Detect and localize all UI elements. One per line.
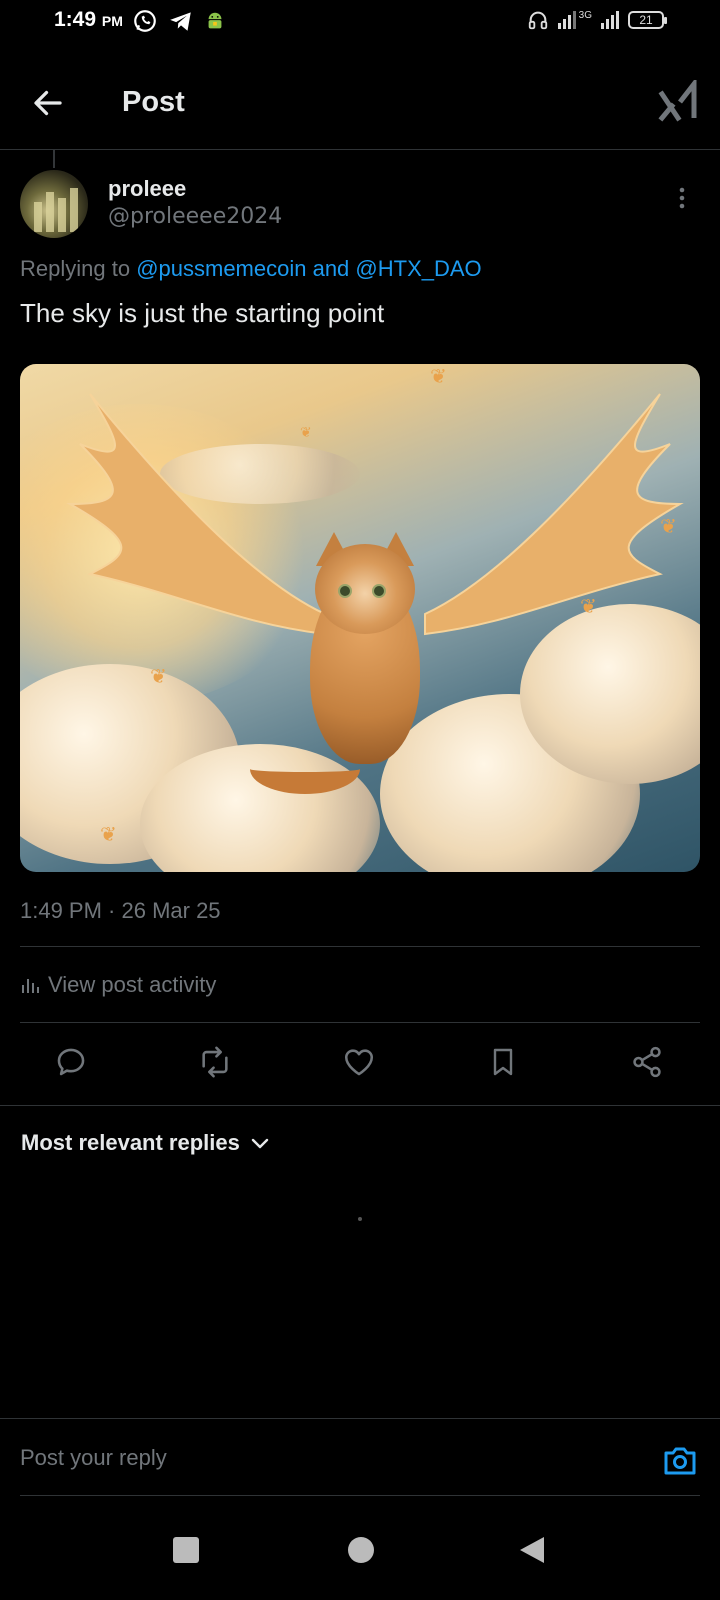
image-cat-head <box>315 544 415 634</box>
back-arrow-icon[interactable] <box>30 85 66 121</box>
whatsapp-icon <box>134 10 156 32</box>
reply-input[interactable]: Post your reply <box>20 1445 167 1471</box>
view-post-activity[interactable]: View post activity <box>20 972 216 998</box>
image-butterfly: ❦ <box>100 824 117 846</box>
avatar[interactable] <box>20 170 88 238</box>
camera-icon[interactable] <box>662 1445 698 1477</box>
replying-prefix: Replying to <box>20 256 137 281</box>
thread-connector <box>53 150 55 168</box>
image-left-wing <box>66 393 326 636</box>
post-image[interactable]: ❦ ❦ ❦ ❦ ❦ ❦ <box>20 364 700 872</box>
signal-icon <box>557 11 576 29</box>
post-text: The sky is just the starting point <box>20 298 385 328</box>
grok-icon[interactable] <box>658 80 698 122</box>
system-navigation-bar <box>0 1520 720 1580</box>
recents-square-icon[interactable] <box>172 1536 200 1564</box>
home-circle-icon[interactable] <box>347 1536 375 1564</box>
heart-icon <box>344 1049 374 1076</box>
more-vertical-icon[interactable] <box>678 186 686 210</box>
loading-indicator <box>358 1217 362 1221</box>
repost-button[interactable] <box>193 1040 237 1084</box>
image-butterfly: ❦ <box>150 666 167 688</box>
bookmark-icon <box>493 1048 513 1076</box>
image-butterfly: ❦ <box>660 516 677 538</box>
replying-to: Replying to @pussmemecoin and @HTX_DAO <box>20 256 482 282</box>
display-name[interactable]: proleee <box>108 176 186 202</box>
replies-sort-dropdown[interactable]: Most relevant replies <box>21 1130 270 1156</box>
replying-mentions[interactable]: @pussmemecoin and @HTX_DAO <box>136 256 481 281</box>
network-type: 3G <box>578 9 592 21</box>
reply-composer: Post your reply <box>0 1418 720 1496</box>
top-app-bar: Post <box>0 70 720 150</box>
image-butterfly: ❦ <box>430 366 447 388</box>
headphones-icon <box>528 11 547 30</box>
chevron-down-icon <box>251 1138 269 1149</box>
status-time: 1:49 PM <box>54 8 123 31</box>
image-butterfly: ❦ <box>300 424 312 440</box>
image-butterfly: ❦ <box>580 596 597 618</box>
repost-icon <box>202 1046 228 1078</box>
divider <box>20 1022 700 1023</box>
post-timestamp: 1:49 PM · 26 Mar 25 <box>20 898 221 923</box>
system-icons: 3G 21 <box>527 8 667 32</box>
battery-icon: 21 <box>628 11 667 29</box>
bookmark-button[interactable] <box>481 1040 525 1084</box>
post-actions <box>0 1040 720 1088</box>
bar-chart-icon <box>22 979 39 993</box>
telegram-icon <box>170 12 191 31</box>
view-post-activity-label: View post activity <box>48 972 217 997</box>
image-cat-eye <box>372 584 386 598</box>
reply-button[interactable] <box>49 1040 93 1084</box>
share-icon <box>633 1046 661 1078</box>
signal-icon-2 <box>601 11 619 29</box>
divider <box>20 946 700 947</box>
notification-icons <box>132 8 226 34</box>
share-button[interactable] <box>625 1040 669 1084</box>
back-triangle-icon[interactable] <box>518 1536 546 1564</box>
image-right-wing <box>424 393 684 636</box>
reply-icon <box>57 1048 85 1076</box>
divider <box>0 1105 720 1106</box>
reply-input-underline <box>20 1495 700 1496</box>
status-bar: 1:49 PM 3G 21 <box>0 0 720 42</box>
user-handle[interactable]: @proleeee2024 <box>108 204 282 229</box>
replies-sort-label: Most relevant replies <box>21 1130 240 1155</box>
page-title: Post <box>122 86 185 118</box>
like-button[interactable] <box>337 1040 381 1084</box>
android-icon <box>208 12 222 29</box>
image-cat-eye <box>338 584 352 598</box>
